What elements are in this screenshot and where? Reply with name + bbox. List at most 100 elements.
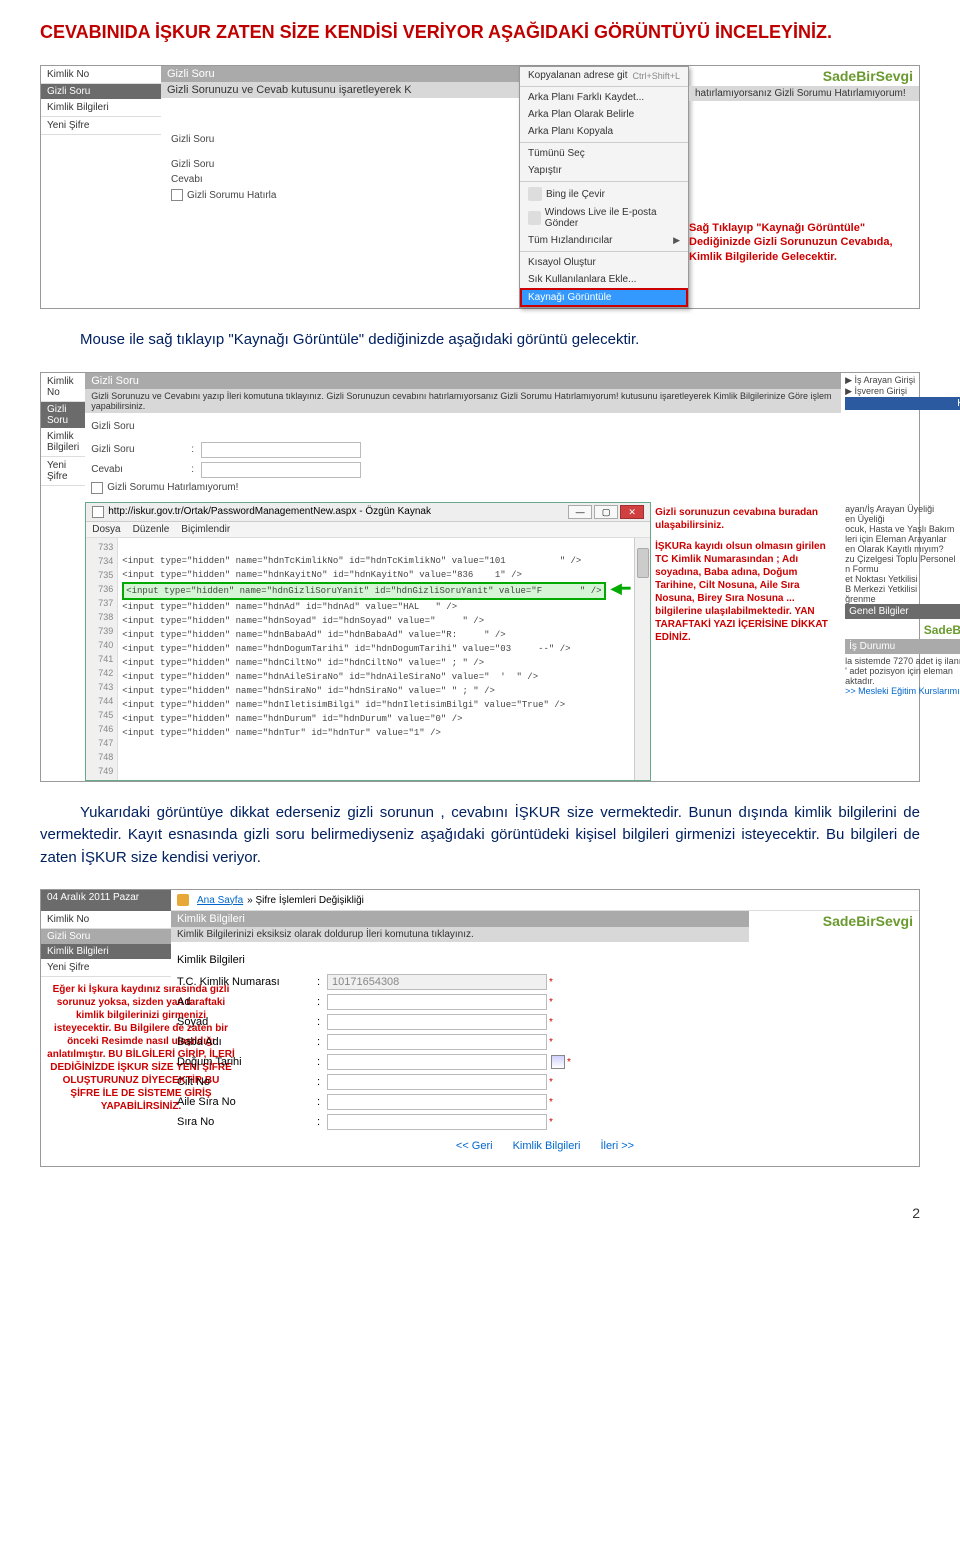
link-ileri[interactable]: İleri >>	[600, 1140, 634, 1152]
ss2-panel-desc: Gizli Sorunuzu ve Cevabını yazıp İleri k…	[85, 389, 841, 413]
fld-dogum[interactable]	[327, 1054, 547, 1070]
screenshot-3: 04 Aralık 2011 Pazar Ana Sayfa » Şifre İ…	[40, 889, 920, 1167]
menu-setbg[interactable]: Arka Plan Olarak Belirle	[520, 106, 688, 123]
fld-ad[interactable]	[327, 994, 547, 1010]
breadcrumb: Ana Sayfa » Şifre İşlemleri Değişikliği	[171, 890, 919, 911]
lbl-cevabi: Cevabı	[171, 174, 271, 185]
home-icon	[177, 894, 189, 906]
scrollbar-thumb[interactable]	[637, 548, 649, 578]
source-window: http://iskur.gov.tr/Ortak/PasswordManage…	[85, 502, 651, 781]
panel-desc-tail: hatırlamıyorsanız Gizli Sorumu Hatırlamı…	[695, 88, 906, 99]
ss2-fld-gs[interactable]	[201, 442, 361, 458]
menu-addfav[interactable]: Sık Kullanılanlara Ekle...	[520, 271, 688, 288]
fld-aile[interactable]	[327, 1094, 547, 1110]
ss2-sb-kb: Kimlik Bilgileri	[41, 428, 85, 457]
ss2-lbl-gs-title: Gizli Soru	[91, 421, 191, 432]
hdr-genel: Genel Bilgiler	[845, 604, 960, 619]
arrow-right-icon: ◀━	[611, 582, 630, 598]
screenshot-1: Kimlik No Gizli Soru Kimlik Bilgileri Ye…	[40, 65, 920, 309]
page-icon	[92, 506, 104, 518]
min-button[interactable]: —	[568, 505, 592, 519]
panel-title-gizli-soru: Gizli Soru	[161, 66, 519, 82]
watermark-3: SadeBirSevgi	[749, 911, 919, 942]
lbl-tc: T.C. Kimlik Numarası	[177, 976, 317, 988]
sidebar-gizli-soru: Gizli Soru	[41, 84, 161, 99]
menu-copybg[interactable]: Arka Planı Kopyala	[520, 123, 688, 140]
lbl-ad: Ad	[177, 996, 317, 1008]
ss2-sb-ys: Yeni Şifre	[41, 457, 85, 486]
heading-1: CEVABINIDA İŞKUR ZATEN SİZE KENDİSİ VERİ…	[40, 20, 920, 45]
link-geri[interactable]: << Geri	[456, 1140, 493, 1152]
menu-bing[interactable]: Bing ile Çevir	[520, 184, 688, 204]
context-menu[interactable]: Kopyalanan adrese gitCtrl+Shift+L Arka P…	[519, 66, 689, 308]
ss3-panel-title: Kimlik Bilgileri	[171, 911, 749, 927]
ss3-sb-kb: Kimlik Bilgileri	[41, 944, 171, 959]
fld-tc[interactable]: 10171654308	[327, 974, 547, 990]
lbl-gs2: Gizli Soru	[171, 159, 271, 170]
watermark-1: SadeBirSevgi	[689, 66, 919, 86]
note-iskur-kayit: İŞKURa kayıdı olsun olmasın girilen TC K…	[655, 540, 837, 644]
menu-wlive[interactable]: Windows Live ile E-posta Gönder	[520, 204, 688, 232]
para-1: Mouse ile sağ tıklayıp "Kaynağı Görüntül…	[40, 329, 920, 352]
menu-copy-addr[interactable]: Kopyalanan adrese gitCtrl+Shift+L	[520, 67, 688, 84]
ss3-sb-kno: Kimlik No	[41, 911, 171, 929]
ss2-lbl-hatirla: Gizli Sorumu Hatırlamıyorum!	[107, 482, 238, 493]
hdr-kisayollar: Kısayollar	[845, 397, 960, 410]
lbl-soyad: Soyad	[177, 1016, 317, 1028]
menu-format[interactable]: Biçimlendir	[181, 524, 230, 535]
ss2-chk-hatirla[interactable]	[91, 482, 103, 494]
para-2: Yukarıdaki görüntüye dikkat ederseniz gi…	[40, 802, 920, 870]
screenshot-2: Kimlik No Gizli Soru Kimlik Bilgileri Ye…	[40, 372, 920, 782]
calendar-icon[interactable]	[551, 1055, 565, 1069]
link-kb[interactable]: Kimlik Bilgileri	[513, 1140, 581, 1152]
sidebar-kimlik-no: Kimlik No	[41, 66, 161, 84]
lbl-sira: Sıra No	[177, 1116, 317, 1128]
ss3-subtitle: Kimlik Bilgileri	[177, 948, 913, 972]
menu-edit[interactable]: Düzenle	[133, 524, 170, 535]
bc-ana[interactable]: Ana Sayfa	[197, 895, 243, 906]
menu-viewsrc[interactable]: Kaynağı Görüntüle	[520, 288, 688, 307]
ss2-lbl-cv: Cevabı	[91, 464, 191, 475]
link-mesleki[interactable]: >> Mesleki Eğitim Kurslarımız	[845, 686, 960, 696]
menu-accel[interactable]: Tüm Hızlandırıcılar▶	[520, 232, 688, 249]
lbl-dogum: Doğum Tarihi	[177, 1056, 317, 1068]
menu-selall[interactable]: Tümünü Seç	[520, 145, 688, 162]
ss3-panel-desc: Kimlik Bilgilerinizi eksiksiz olarak dol…	[171, 927, 749, 942]
ss3-sb-gs: Gizli Soru	[41, 929, 171, 944]
max-button[interactable]: ▢	[594, 505, 618, 519]
fld-sira[interactable]	[327, 1114, 547, 1130]
page-number: 2	[0, 1197, 960, 1241]
menu-saveas[interactable]: Arka Planı Farklı Kaydet...	[520, 89, 688, 106]
panel-desc-trunc: Gizli Sorunuzu ve Cevab kutusunu işaretl…	[167, 84, 412, 96]
sidebar-kimlik-bilgileri: Kimlik Bilgileri	[41, 99, 161, 117]
menu-paste: Yapıştır	[520, 162, 688, 179]
ss2-sb-kno: Kimlik No	[41, 373, 85, 402]
ss2-panel-title: Gizli Soru	[85, 373, 841, 389]
req-star: *	[549, 977, 553, 988]
close-button[interactable]: ✕	[620, 505, 644, 519]
fld-cilt[interactable]	[327, 1074, 547, 1090]
link-isarayan[interactable]: İş Arayan Girişi	[855, 375, 916, 385]
source-code: <input type="hidden" name="hdnTcKimlikNo…	[118, 538, 634, 780]
quicklinks-list: ayan/İş Arayan Üyeliği en Üyeliği ocuk, …	[845, 504, 960, 604]
mail-icon	[528, 211, 541, 225]
hdr-isdurumu: İş Durumu	[845, 639, 960, 654]
ss2-fld-cv[interactable]	[201, 462, 361, 478]
watermark-2: SadeBirSevgi	[845, 621, 960, 639]
fld-baba[interactable]	[327, 1034, 547, 1050]
lbl-hatirla: Gizli Sorumu Hatırla	[187, 190, 276, 201]
ss2-sb-gs: Gizli Soru	[41, 402, 85, 428]
menu-file[interactable]: Dosya	[92, 524, 120, 535]
sidebar-yeni-sifre: Yeni Şifre	[41, 117, 161, 135]
source-title: http://iskur.gov.tr/Ortak/PasswordManage…	[108, 506, 431, 517]
ss2-lbl-gs: Gizli Soru	[91, 444, 191, 455]
link-isveren[interactable]: İşveren Girişi	[855, 386, 908, 396]
scrollbar-v[interactable]	[634, 538, 650, 780]
chk-hatirla[interactable]	[171, 189, 183, 201]
menu-shortcut[interactable]: Kısayol Oluştur	[520, 254, 688, 271]
isdurumu-text: la sistemde 7270 adet iş ilanı ile ' ade…	[845, 656, 960, 686]
bing-icon	[528, 187, 542, 201]
lbl-aile: Aile Sıra No	[177, 1096, 317, 1108]
fld-soyad[interactable]	[327, 1014, 547, 1030]
note-sag-tiklayip: Sağ Tıklayıp "Kaynağı Görüntüle" Dediğin…	[689, 221, 919, 264]
